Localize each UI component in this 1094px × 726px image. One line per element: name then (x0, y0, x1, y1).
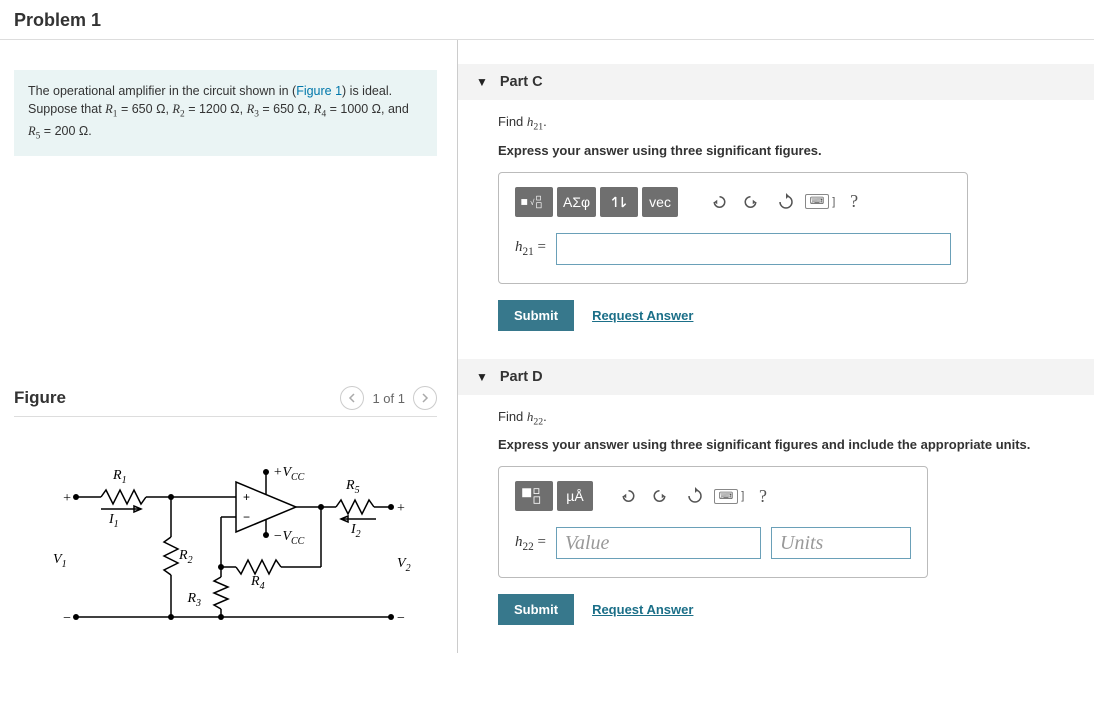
keyboard-icon: ⌨ (805, 194, 829, 209)
part-d-header[interactable]: ▼ Part D (458, 359, 1094, 395)
svg-text:√: √ (530, 198, 535, 207)
part-c-header[interactable]: ▼ Part C (458, 64, 1094, 100)
part-d-request-answer-link[interactable]: Request Answer (592, 602, 693, 617)
part-d-title: Part D (500, 369, 543, 385)
redo-button[interactable] (738, 188, 766, 216)
part-c-answer-box: √ ΑΣφ vec (498, 172, 968, 284)
svg-text:R1: R1 (112, 468, 127, 486)
keyboard-button[interactable]: ⌨ ] (715, 482, 743, 510)
part-c-prompt: Find h21. (498, 114, 1094, 133)
help-button[interactable]: ? (749, 482, 777, 510)
svg-text:+: + (243, 490, 250, 504)
part-d-submit-button[interactable]: Submit (498, 594, 574, 625)
svg-text:R3: R3 (186, 591, 201, 609)
part-c-answer-input[interactable] (556, 233, 951, 265)
part-c-instruction: Express your answer using three signific… (498, 143, 1094, 158)
svg-text:R4: R4 (250, 574, 265, 592)
svg-text:+: + (63, 491, 71, 506)
figure-heading-row: Figure 1 of 1 (14, 386, 437, 417)
figure-next-button[interactable] (413, 386, 437, 410)
svg-text:−: − (63, 611, 71, 626)
part-d-value-input[interactable]: Value (556, 527, 761, 559)
undo-button[interactable] (704, 188, 732, 216)
figure-body: + − V1 R1 I1 (14, 417, 437, 632)
svg-text:I1: I1 (108, 512, 119, 530)
svg-text:−: − (397, 611, 405, 626)
caret-down-icon: ▼ (476, 370, 488, 384)
figure-heading: Figure (14, 388, 66, 408)
svg-text:R2: R2 (178, 548, 193, 566)
reset-button[interactable] (772, 188, 800, 216)
svg-text:V1: V1 (53, 552, 67, 570)
units-button[interactable]: µÅ (557, 481, 593, 511)
problem-header: Problem 1 (0, 0, 1094, 40)
var-r2: R (172, 102, 180, 116)
part-d-toolbar: µÅ ⌨ ] ? (515, 481, 911, 511)
part-c-request-answer-link[interactable]: Request Answer (592, 308, 693, 323)
figure-prev-button[interactable] (340, 386, 364, 410)
figure-link[interactable]: Figure 1 (296, 84, 342, 98)
svg-text:+: + (397, 501, 405, 516)
part-d-prompt: Find h22. (498, 409, 1094, 428)
reset-button[interactable] (681, 482, 709, 510)
keyboard-icon: ⌨ (714, 489, 738, 504)
figure-pager-label: 1 of 1 (372, 391, 405, 406)
circuit-diagram: + − V1 R1 I1 (41, 457, 411, 632)
svg-text:I2: I2 (350, 522, 361, 540)
svg-text:−VCC: −VCC (273, 529, 305, 547)
part-c-submit-button[interactable]: Submit (498, 300, 574, 331)
help-button[interactable]: ? (840, 188, 868, 216)
part-d-units-input[interactable]: Units (771, 527, 911, 559)
part-d: ▼ Part D Find h22. Express your answer u… (458, 359, 1094, 626)
part-c-title: Part C (500, 74, 543, 90)
part-d-answer-box: µÅ ⌨ ] ? h22 = Value Units (498, 466, 928, 578)
stem-text: The operational amplifier in the circuit… (28, 84, 296, 98)
vec-button[interactable]: vec (642, 187, 678, 217)
caret-down-icon: ▼ (476, 75, 488, 89)
svg-text:+VCC: +VCC (273, 465, 305, 483)
problem-title: Problem 1 (14, 10, 1080, 31)
part-c-lhs: h21 = (515, 239, 546, 258)
problem-statement: The operational amplifier in the circuit… (14, 70, 437, 156)
var-r5: R (28, 124, 36, 138)
svg-text:−: − (243, 510, 250, 524)
svg-text:R5: R5 (345, 478, 360, 496)
redo-button[interactable] (647, 482, 675, 510)
svg-text:V2: V2 (397, 556, 411, 574)
templates-button[interactable]: √ (515, 187, 553, 217)
greek-button[interactable]: ΑΣφ (557, 187, 596, 217)
part-c-toolbar: √ ΑΣφ vec (515, 187, 951, 217)
part-c: ▼ Part C Find h21. Express your answer u… (458, 64, 1094, 331)
figure-pager: 1 of 1 (340, 386, 437, 410)
part-d-lhs: h22 = (515, 534, 546, 553)
right-column: ▼ Part C Find h21. Express your answer u… (458, 40, 1094, 653)
left-column: The operational amplifier in the circuit… (0, 40, 458, 653)
subscript-button[interactable] (600, 187, 638, 217)
undo-button[interactable] (613, 482, 641, 510)
part-d-instruction: Express your answer using three signific… (498, 437, 1094, 452)
var-r1: R (105, 102, 113, 116)
templates-button[interactable] (515, 481, 553, 511)
keyboard-button[interactable]: ⌨ ] (806, 188, 834, 216)
